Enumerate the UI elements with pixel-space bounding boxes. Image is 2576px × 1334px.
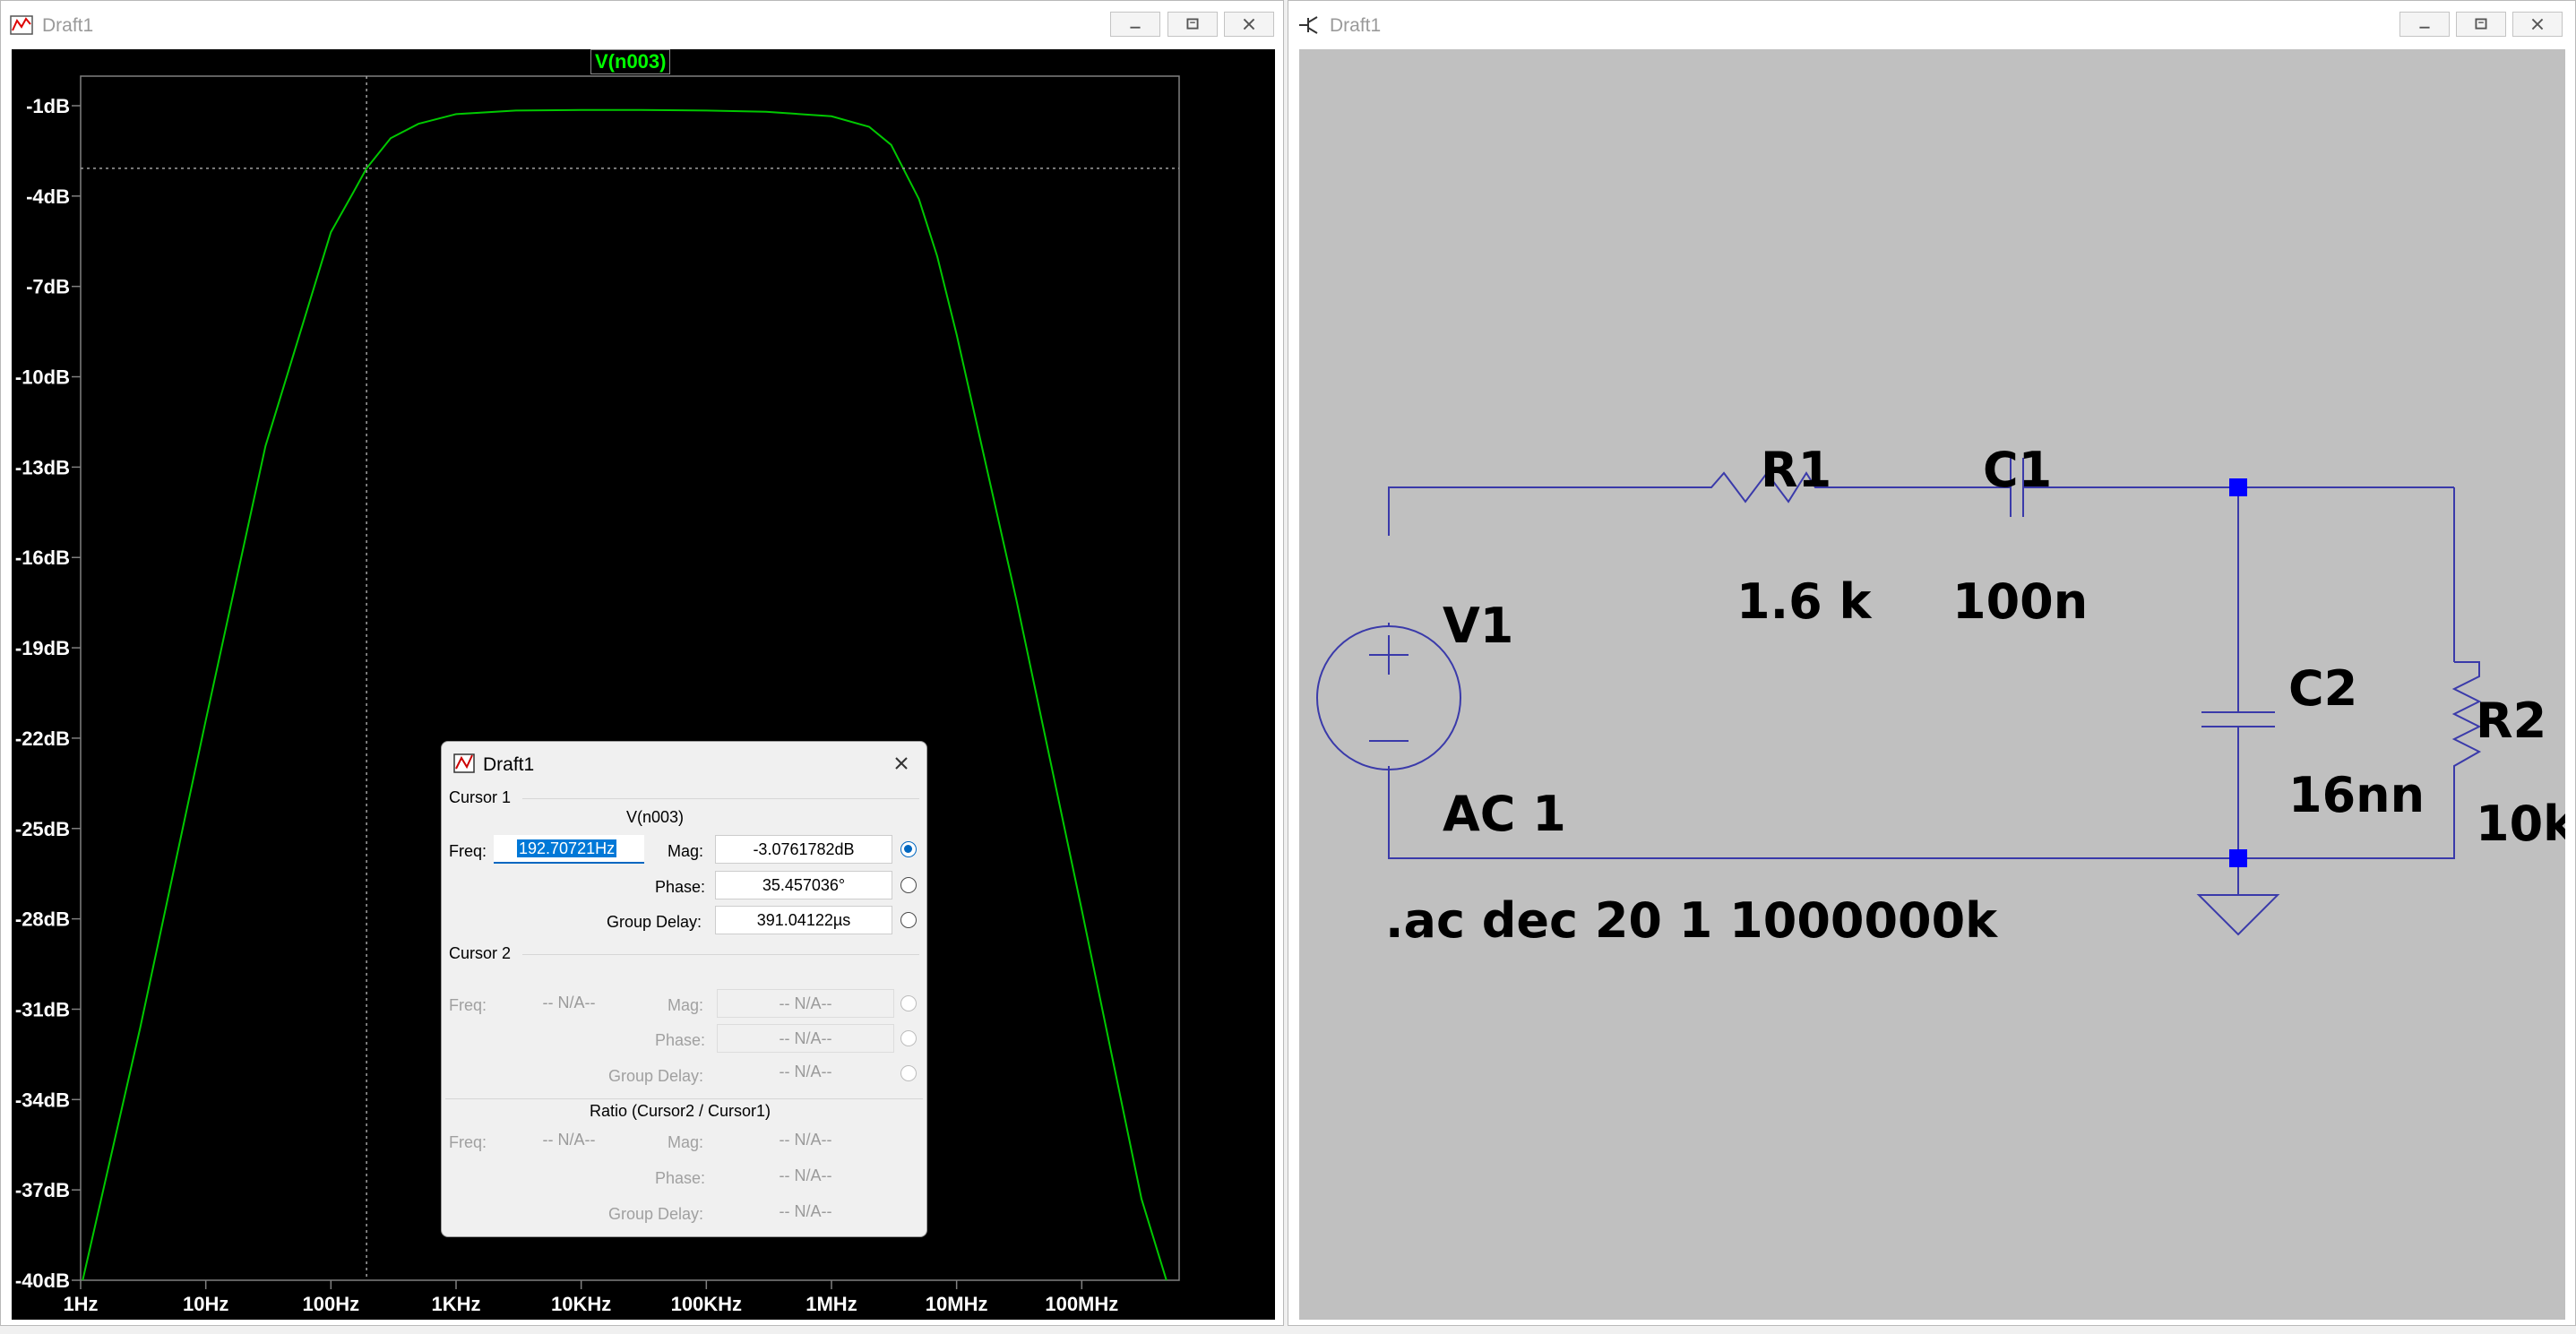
x-tick-label: 1KHz — [431, 1293, 480, 1315]
schematic-window-title: Draft1 — [1330, 15, 1382, 36]
y-tick-label: -25dB — [15, 818, 70, 840]
close-icon — [1243, 18, 1255, 30]
ratio-mag-value: -- N/A-- — [717, 1126, 894, 1155]
cursor1-heading: Cursor 1 — [449, 788, 512, 806]
c1-name-label: C1 — [1983, 442, 2053, 498]
c2-value-label: 16nn — [2288, 767, 2425, 823]
y-tick-label: -31dB — [15, 998, 70, 1020]
x-tick-label: 1MHz — [806, 1293, 857, 1315]
x-tick-label: 10MHz — [926, 1293, 988, 1315]
cursor1-phase-label: Phase: — [655, 878, 706, 896]
cursor2-freq-label: Freq: — [449, 996, 487, 1014]
r2-name-label: R2 — [2476, 693, 2547, 749]
cursor2-mag-radio[interactable] — [900, 995, 917, 1011]
y-tick-label: -34dB — [15, 1089, 70, 1111]
y-tick-label: -4dB — [26, 185, 70, 208]
cursor-dialog[interactable]: Draft1 Cursor 1 V(n003) Freq: 192.70721H… — [441, 741, 927, 1237]
restore-button[interactable] — [1167, 12, 1218, 37]
ratio-mag-label: Mag: — [668, 1133, 704, 1151]
schematic-minimize-button[interactable] — [2399, 12, 2450, 37]
waveform-viewer-icon — [10, 15, 33, 35]
c1-value-label: 100n — [1952, 573, 2089, 630]
cursor2-group-delay-label: Group Delay: — [608, 1067, 704, 1085]
cursor1-phase-radio[interactable] — [900, 877, 917, 893]
cursor1-trace-name: V(n003) — [626, 808, 685, 826]
plot-window[interactable]: Draft1 -1dB -4dB -7dB -10dB -13dB -16dB -19dB -… — [0, 0, 1284, 1326]
x-tick-label: 1Hz — [63, 1293, 98, 1315]
ratio-freq-value: -- N/A-- — [494, 1126, 644, 1155]
x-tick-label: 10Hz — [183, 1293, 228, 1315]
schematic-close-button[interactable] — [2512, 12, 2563, 37]
cursor1-group-delay-label: Group Delay: — [607, 913, 702, 931]
circuit-diagram[interactable] — [1299, 49, 2565, 1320]
cursor1-group-delay-value: 391.04122µs — [715, 906, 892, 934]
y-tick-label: -16dB — [15, 547, 70, 569]
spice-directive[interactable]: .ac dec 20 1 1000000k — [1385, 892, 1997, 949]
cursor1-mag-value: -3.0761782dB — [715, 835, 892, 864]
y-tick-label: -13dB — [15, 456, 70, 478]
v1-name-label: V1 — [1443, 598, 1514, 654]
cursor1-phase-value: 35.457036° — [715, 871, 892, 899]
dialog-title: Draft1 — [483, 754, 535, 775]
y-tick-label: -1dB — [26, 95, 70, 117]
ratio-freq-label: Freq: — [449, 1133, 487, 1151]
x-tick-label: 100KHz — [671, 1293, 742, 1315]
ratio-group-delay-value: -- N/A-- — [717, 1198, 894, 1226]
cursor2-phase-label: Phase: — [655, 1031, 706, 1049]
plot-window-title: Draft1 — [42, 15, 94, 36]
ratio-phase-label: Phase: — [655, 1169, 706, 1187]
cursor1-freq-label: Freq: — [449, 842, 487, 860]
r1-value-label: 1.6 k — [1736, 573, 1872, 630]
y-tick-label: -37dB — [15, 1179, 70, 1201]
y-tick-label: -19dB — [15, 637, 70, 659]
cursor1-mag-label: Mag: — [668, 842, 704, 860]
ground-symbol — [2196, 894, 2280, 936]
y-tick-label: -28dB — [15, 908, 70, 931]
restore-icon — [2475, 18, 2487, 30]
cursor2-heading: Cursor 2 — [449, 944, 512, 962]
junction-node-top — [2229, 478, 2247, 496]
schematic-canvas[interactable]: R1 1.6 k C1 100n V1 AC 1 C2 16nn R2 10k … — [1299, 49, 2565, 1320]
junction-node-bottom — [2229, 849, 2247, 867]
r2-value-label: 10k — [2476, 796, 2565, 852]
plot-window-titlebar[interactable]: Draft1 — [1, 1, 1283, 47]
schematic-restore-button[interactable] — [2456, 12, 2506, 37]
schematic-icon — [1299, 16, 1318, 34]
cursor2-mag-label: Mag: — [668, 996, 704, 1014]
cursor2-mag-value: -- N/A-- — [717, 989, 894, 1018]
minimize-icon — [1130, 26, 1141, 29]
y-tick-label: -10dB — [15, 366, 70, 389]
wire-top-left — [1388, 486, 1697, 536]
x-tick-label: 100Hz — [303, 1293, 360, 1315]
cursor2-freq-value: -- N/A-- — [494, 989, 644, 1018]
v1-value-label: AC 1 — [1443, 786, 1566, 842]
y-tick-label: -22dB — [15, 727, 70, 750]
dialog-close-icon[interactable] — [889, 751, 914, 776]
schematic-window-titlebar[interactable]: Draft1 — [1288, 1, 2575, 47]
ltspice-app-icon — [453, 753, 475, 773]
schematic-window[interactable]: Draft1 R1 1.6 k C1 100n V1 AC 1 C2 16nn … — [1288, 0, 2576, 1326]
ratio-heading: Ratio (Cursor2 / Cursor1) — [590, 1102, 771, 1120]
cursor2-phase-value: -- N/A-- — [717, 1024, 894, 1053]
close-icon — [2531, 18, 2544, 30]
x-tick-label: 10KHz — [551, 1293, 611, 1315]
ratio-phase-value: -- N/A-- — [717, 1162, 894, 1191]
cursor1-group-delay-radio[interactable] — [900, 912, 917, 928]
r1-name-label: R1 — [1761, 442, 1832, 498]
y-tick-label: -40dB — [15, 1269, 70, 1292]
ratio-group-delay-label: Group Delay: — [608, 1205, 704, 1223]
minimize-button[interactable] — [1110, 12, 1160, 37]
cursor2-group-delay-value: -- N/A-- — [717, 1058, 894, 1087]
restore-icon — [1186, 18, 1199, 30]
c2-name-label: C2 — [2288, 660, 2358, 717]
trace-label[interactable]: V(n003) — [590, 49, 671, 74]
cursor2-group-delay-radio[interactable] — [900, 1065, 917, 1081]
y-tick-label: -7dB — [26, 276, 70, 298]
minimize-icon — [2419, 26, 2430, 29]
x-tick-label: 100MHz — [1045, 1293, 1118, 1315]
cursor2-phase-radio[interactable] — [900, 1030, 917, 1046]
close-button[interactable] — [1224, 12, 1274, 37]
cursor1-mag-radio[interactable] — [900, 841, 917, 857]
cursor1-freq-input[interactable]: 192.70721Hz — [494, 835, 644, 864]
